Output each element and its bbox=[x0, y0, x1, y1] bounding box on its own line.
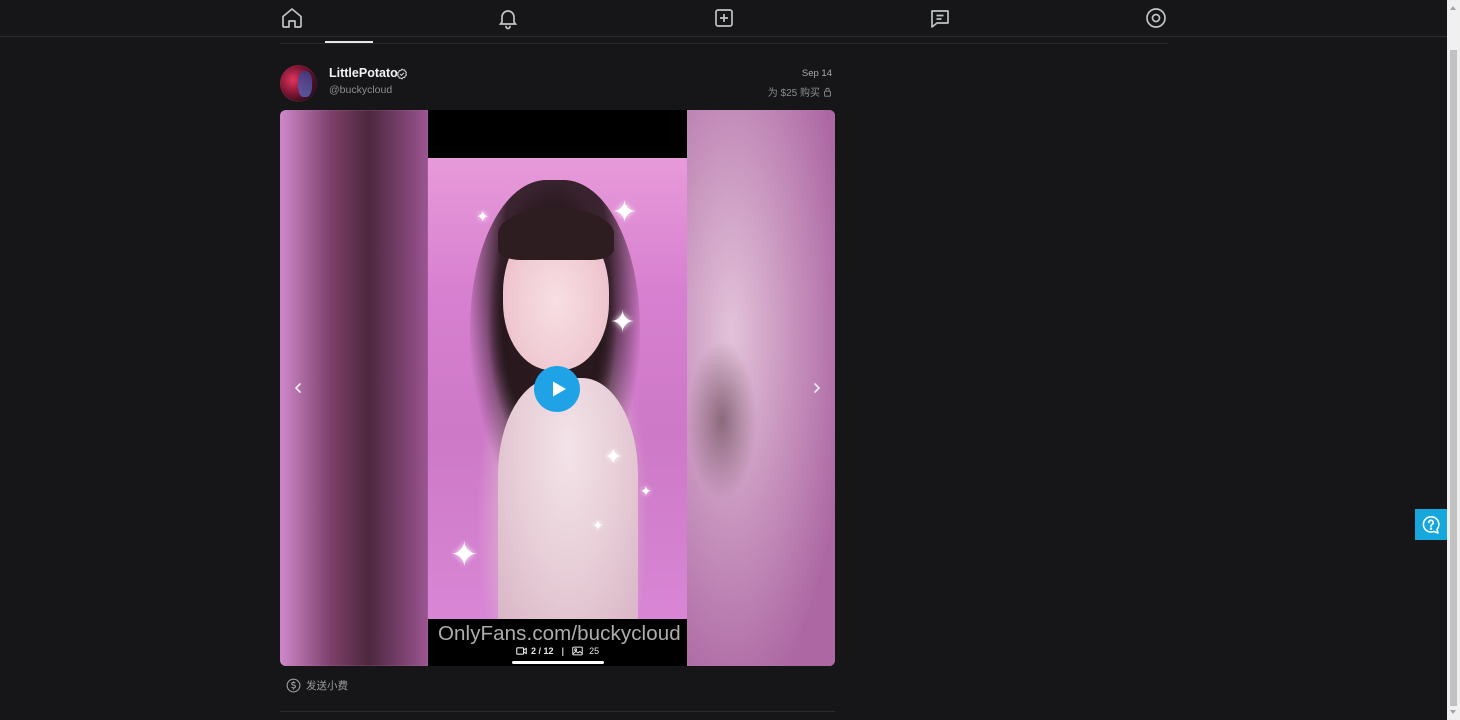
user-circle-icon[interactable] bbox=[1144, 6, 1168, 30]
media-count-separator: | bbox=[561, 646, 565, 656]
sparkle-icon: ✦ bbox=[450, 536, 479, 574]
image-icon bbox=[572, 646, 583, 656]
avatar[interactable] bbox=[280, 65, 317, 102]
play-icon bbox=[552, 381, 566, 397]
video-bangs bbox=[498, 208, 614, 260]
media-carousel[interactable]: ✦ ✦ ✦ ✦ ✦ ✦ ✦ OnlyFans.com/buckycloud 2 … bbox=[280, 110, 835, 666]
post-date: Sep 14 bbox=[801, 68, 832, 79]
sparkle-icon: ✦ bbox=[592, 517, 604, 533]
price-label: 为 $25 购买 bbox=[767, 88, 820, 99]
author-name[interactable]: LittlePotato bbox=[329, 66, 398, 80]
sparkle-icon: ✦ bbox=[640, 483, 652, 499]
top-navigation bbox=[0, 0, 1447, 37]
post-divider bbox=[280, 711, 835, 712]
video-body bbox=[498, 378, 638, 619]
photo-count: 25 bbox=[589, 646, 600, 656]
watermark: OnlyFans.com/buckycloud bbox=[438, 622, 681, 645]
scroll-thumb[interactable] bbox=[1450, 50, 1457, 706]
scrollbar[interactable] bbox=[1447, 0, 1460, 720]
author-handle[interactable]: @buckycloud bbox=[329, 84, 392, 96]
video-camera-icon bbox=[516, 647, 527, 655]
sparkle-icon: ✦ bbox=[604, 444, 623, 469]
chevron-left-icon[interactable] bbox=[290, 380, 306, 396]
sparkle-icon: ✦ bbox=[476, 209, 490, 226]
carousel-progress bbox=[512, 661, 604, 664]
play-button[interactable] bbox=[534, 366, 580, 412]
help-button[interactable] bbox=[1415, 509, 1447, 540]
video-counter: 2 / 12 bbox=[531, 646, 554, 656]
home-icon[interactable] bbox=[280, 6, 304, 30]
verified-icon bbox=[396, 67, 408, 80]
send-tip-label: 发送小费 bbox=[306, 680, 348, 692]
message-icon[interactable] bbox=[928, 6, 952, 30]
help-icon bbox=[1422, 515, 1440, 534]
chevron-right-icon[interactable] bbox=[809, 380, 825, 396]
send-tip-button[interactable]: 发送小费 bbox=[286, 678, 348, 693]
lock-icon bbox=[823, 87, 832, 97]
bell-icon[interactable] bbox=[496, 6, 520, 30]
dollar-circle-icon bbox=[286, 678, 301, 693]
media-count: 2 / 12 | 25 bbox=[516, 646, 599, 656]
price-tag[interactable]: 为 $25 购买 bbox=[768, 84, 832, 99]
plus-square-icon[interactable] bbox=[712, 6, 736, 30]
feed-divider bbox=[280, 43, 1168, 44]
sparkle-icon: ✦ bbox=[612, 196, 638, 229]
scroll-down-arrow[interactable] bbox=[1450, 710, 1456, 714]
scroll-up-arrow[interactable] bbox=[1450, 6, 1456, 10]
sparkle-icon: ✦ bbox=[610, 306, 636, 339]
